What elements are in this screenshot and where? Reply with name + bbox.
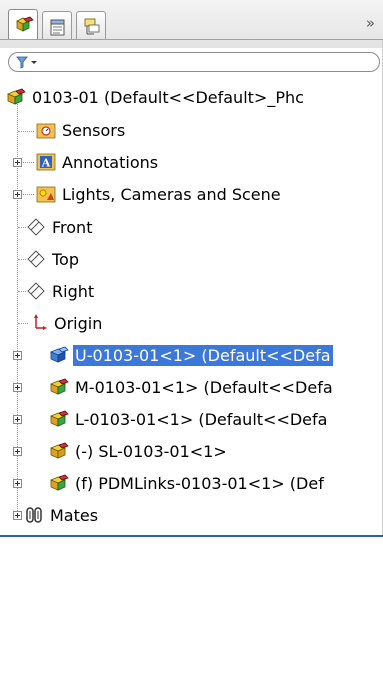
tree-item-right-plane[interactable]: Right <box>26 278 96 304</box>
tree-item-l-component[interactable]: L-0103-01<1> (Default<<Defa <box>49 406 329 432</box>
expand-pdm-part-toggle[interactable] <box>13 479 22 488</box>
component-blue-icon <box>49 346 69 363</box>
tree-connector <box>18 259 26 260</box>
expand-l-part-toggle[interactable] <box>13 415 22 424</box>
feature-manager-tab[interactable] <box>8 9 38 40</box>
component-icon <box>49 474 69 491</box>
assembly-icon <box>6 88 26 105</box>
tree-item-label: Annotations <box>62 152 159 172</box>
expand-mates-toggle[interactable] <box>13 511 22 520</box>
expand-m-part-toggle[interactable] <box>13 383 22 392</box>
tree-item-top-plane[interactable]: Top <box>26 246 81 272</box>
plane-icon <box>27 218 45 236</box>
tree-item-label: U-0103-01<1> (Default<<Defa <box>73 344 333 366</box>
expand-chevron-icon[interactable]: » <box>366 14 375 32</box>
tree-item-label: Lights, Cameras and Scene <box>62 184 281 204</box>
tree-item-label: Right <box>52 281 95 301</box>
property-manager-icon <box>50 19 65 36</box>
tree-item-origin[interactable]: Origin <box>28 310 104 336</box>
feature-manager-panel: » 0103-01 (Default<<Default>_Phc Sensors… <box>0 0 383 685</box>
assembly-icon <box>16 16 34 32</box>
tab-baseline <box>0 39 383 40</box>
filter-icon[interactable] <box>15 55 43 70</box>
tree-filter-bar[interactable] <box>8 52 380 72</box>
plane-icon <box>27 282 45 300</box>
sensors-folder-icon <box>36 123 56 139</box>
tree-item-label: Mates <box>50 505 99 525</box>
tree-root-assembly[interactable]: 0103-01 (Default<<Default>_Phc <box>6 84 306 110</box>
tree-item-label: Front <box>52 217 93 237</box>
tree-item-label: Top <box>52 249 79 269</box>
component-icon <box>49 410 69 427</box>
tree-connector <box>18 291 26 292</box>
expand-u-part-toggle[interactable] <box>13 351 22 360</box>
tree-item-mates[interactable]: Mates <box>24 502 100 528</box>
lights-scene-icon <box>36 186 56 203</box>
property-manager-tab[interactable] <box>42 11 72 39</box>
tree-item-m-component[interactable]: M-0103-01<1> (Default<<Defa <box>49 374 335 400</box>
tree-connector <box>18 323 28 324</box>
tree-item-lights-cameras-scene[interactable]: Lights, Cameras and Scene <box>36 181 283 207</box>
annotations-icon: A <box>36 153 56 171</box>
tree-item-label: (f) PDMLinks-0103-01<1> (Def <box>75 473 324 493</box>
tree-item-sensors[interactable]: Sensors <box>36 117 127 143</box>
tree-connector <box>23 162 34 163</box>
component-icon <box>49 378 69 395</box>
tree-item-label: Origin <box>54 313 103 333</box>
tree-item-label: L-0103-01<1> (Default<<Defa <box>75 409 328 429</box>
expand-sl-part-toggle[interactable] <box>13 447 22 456</box>
tree-connector <box>18 227 26 228</box>
manager-tab-strip: » <box>0 0 383 48</box>
mates-icon <box>26 507 42 523</box>
tree-root-label: 0103-01 (Default<<Default>_Phc <box>32 87 304 107</box>
expand-annotations-toggle[interactable] <box>13 158 22 167</box>
tree-item-front-plane[interactable]: Front <box>26 214 94 240</box>
tree-connector <box>23 194 34 195</box>
tree-item-u-component[interactable]: U-0103-01<1> (Default<<Defa <box>49 342 333 368</box>
tree-item-pdmlinks-component[interactable]: (f) PDMLinks-0103-01<1> (Def <box>49 470 326 496</box>
tree-bottom-separator[interactable] <box>0 535 383 537</box>
tree-item-label: Sensors <box>62 120 126 140</box>
expand-lights-toggle[interactable] <box>13 190 22 199</box>
configuration-manager-tab[interactable] <box>76 11 106 39</box>
component-underdefined-icon <box>49 442 69 459</box>
svg-text:A: A <box>41 157 51 170</box>
tree-item-label: (-) SL-0103-01<1> <box>75 441 227 461</box>
tree-item-label: M-0103-01<1> (Default<<Defa <box>75 377 333 397</box>
tree-item-annotations[interactable]: A Annotations <box>36 149 160 175</box>
origin-icon <box>34 314 47 330</box>
tree-connector <box>18 131 34 132</box>
tree-item-sl-component[interactable]: (-) SL-0103-01<1> <box>49 438 229 464</box>
plane-icon <box>27 250 45 268</box>
configuration-manager-icon <box>84 18 100 35</box>
